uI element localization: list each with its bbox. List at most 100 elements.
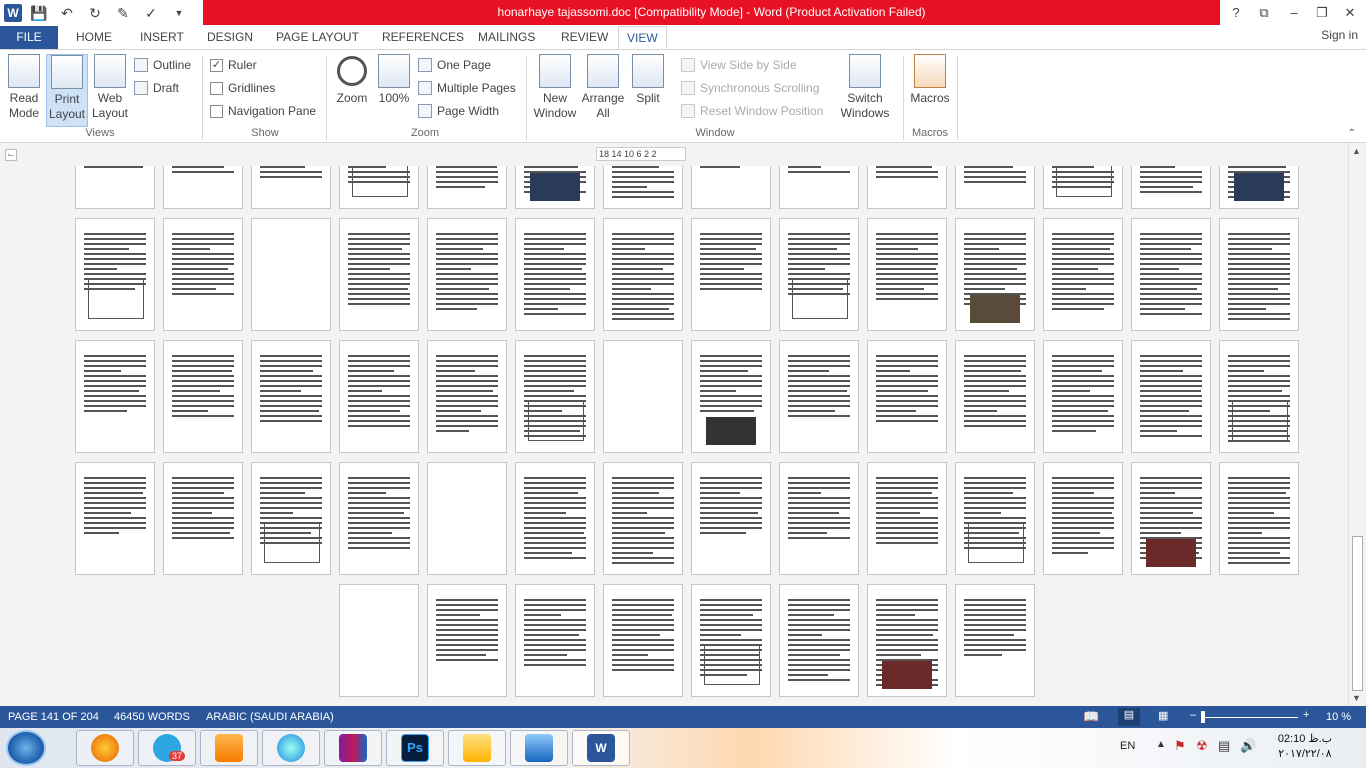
tab-mailings[interactable]: MAILINGS [470,26,543,49]
page-thumbnail[interactable] [427,584,507,697]
close-button[interactable]: ✕ [1336,0,1364,25]
page-thumbnail[interactable] [1131,218,1211,331]
page-thumbnail[interactable] [955,218,1035,331]
page-thumbnail[interactable] [867,340,947,453]
page-thumbnail[interactable] [1219,166,1299,209]
start-button[interactable] [6,730,46,766]
collapse-ribbon-icon[interactable]: ⌃ [1348,128,1356,139]
page-thumbnail[interactable] [339,218,419,331]
gridlines-checkbox[interactable]: Gridlines [210,79,275,97]
scroll-up-icon[interactable]: ▲ [1352,146,1361,156]
word-icon[interactable]: W [4,4,22,22]
form-icon[interactable]: ✎ [112,2,134,24]
clock[interactable]: 02:10 ب.ظ ۲۰۱۷/۲۲/۰۸ [1278,732,1332,762]
taskbar-telegram[interactable]: 37 [138,730,196,766]
page-thumbnail[interactable] [1219,340,1299,453]
page-thumbnail[interactable] [603,462,683,575]
reset-window-position-button[interactable]: Reset Window Position [681,102,823,120]
antivirus-icon[interactable]: ☢ [1196,738,1208,754]
vertical-scrollbar[interactable]: ▲ ▼ [1348,143,1366,706]
page-thumbnail[interactable] [75,340,155,453]
page-thumbnail[interactable] [955,584,1035,697]
document-area[interactable] [0,166,1348,706]
minimize-button[interactable]: – [1280,0,1308,25]
print-layout-view-icon[interactable]: ▤ [1118,708,1140,726]
zoom-in-icon[interactable]: + [1303,709,1309,721]
page-thumbnail[interactable] [251,166,331,209]
page-thumbnail[interactable] [779,584,859,697]
page-thumbnail[interactable] [955,166,1035,209]
volume-icon[interactable]: 🔊 [1240,738,1256,754]
web-layout-button[interactable]: Web Layout [90,54,130,121]
page-thumbnail[interactable] [339,340,419,453]
page-thumbnail[interactable] [163,340,243,453]
tab-insert[interactable]: INSERT [132,26,192,49]
page-thumbnail[interactable] [603,340,683,453]
page-thumbnail[interactable] [1131,166,1211,209]
page-thumbnail[interactable] [427,462,507,575]
action-center-icon[interactable]: ⚑ [1174,738,1186,754]
page-thumbnail[interactable] [427,218,507,331]
one-page-button[interactable]: One Page [418,56,491,74]
tab-view[interactable]: VIEW [618,26,667,49]
language-indicator[interactable]: ARABIC (SAUDI ARABIA) [206,711,334,723]
page-thumbnail[interactable] [1219,218,1299,331]
input-language[interactable]: EN [1120,740,1135,752]
page-thumbnail[interactable] [515,462,595,575]
taskbar-firefox[interactable] [76,730,134,766]
split-button[interactable]: Split [628,54,668,106]
read-mode-view-icon[interactable]: 📖 [1083,709,1099,725]
tab-home[interactable]: HOME [68,26,120,49]
macros-button[interactable]: Macros [908,54,952,106]
page-thumbnail[interactable] [1043,166,1123,209]
tab-file[interactable]: FILE [0,26,58,49]
page-thumbnail[interactable] [427,340,507,453]
taskbar-word[interactable]: W [572,730,630,766]
outline-button[interactable]: Outline [134,56,191,74]
page-thumbnail[interactable] [251,218,331,331]
page-thumbnail[interactable] [603,584,683,697]
page-thumbnail[interactable] [427,166,507,209]
zoom-level[interactable]: 10 % [1326,711,1351,723]
page-thumbnail[interactable] [1219,462,1299,575]
page-thumbnail[interactable] [515,340,595,453]
page-thumbnail[interactable] [867,462,947,575]
page-thumbnail[interactable] [1131,340,1211,453]
redo-icon[interactable]: ↻ [84,2,106,24]
taskbar-explorer[interactable] [448,730,506,766]
zoom-slider[interactable] [1202,717,1298,718]
spellcheck-icon[interactable]: ✓ [140,2,162,24]
tab-design[interactable]: DESIGN [199,26,261,49]
page-thumbnail[interactable] [779,166,859,209]
ribbon-display-options-button[interactable]: ⧉ [1250,0,1278,25]
page-thumbnail[interactable] [339,584,419,697]
zoom-button[interactable]: Zoom [334,54,370,106]
customize-qat-icon[interactable]: ▼ [168,2,190,24]
page-thumbnail[interactable] [867,584,947,697]
view-side-by-side-button[interactable]: View Side by Side [681,56,797,74]
taskbar-photoshop[interactable]: Ps [386,730,444,766]
page-thumbnail[interactable] [1043,340,1123,453]
page-thumbnail[interactable] [691,462,771,575]
scrollbar-thumb[interactable] [1352,536,1363,691]
page-thumbnail[interactable] [955,340,1035,453]
page-thumbnail[interactable] [867,218,947,331]
page-thumbnail[interactable] [779,218,859,331]
undo-icon[interactable]: ↶ [56,2,78,24]
page-thumbnail[interactable] [515,584,595,697]
sign-in-link[interactable]: Sign in [1321,28,1358,42]
tab-page-layout[interactable]: PAGE LAYOUT [268,26,367,49]
page-thumbnail[interactable] [779,340,859,453]
ruler-checkbox[interactable]: ✓ Ruler [210,56,257,74]
zoom-slider-thumb[interactable] [1201,711,1205,723]
page-thumbnail[interactable] [251,340,331,453]
arrange-all-button[interactable]: Arrange All [580,54,626,121]
show-hidden-icons[interactable]: ▲ [1156,739,1166,750]
taskbar-photo-viewer[interactable] [510,730,568,766]
tab-selector-icon[interactable]: ⌙ [5,149,17,161]
network-icon[interactable]: ▤ [1218,738,1230,754]
page-thumbnail[interactable] [603,166,683,209]
page-thumbnail[interactable] [691,218,771,331]
print-layout-button[interactable]: Print Layout [46,54,88,127]
page-thumbnail[interactable] [75,166,155,209]
